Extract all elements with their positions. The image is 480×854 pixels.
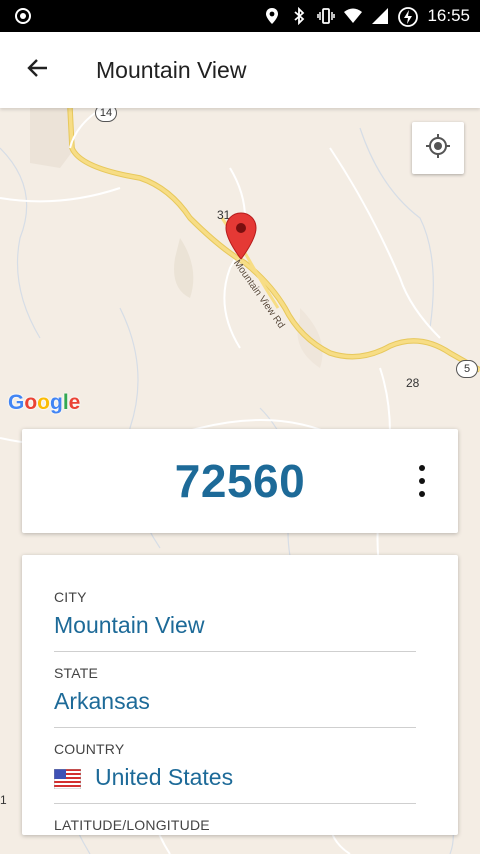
page-title: Mountain View (96, 56, 247, 83)
location-details-card: CITY Mountain View STATE Arkansas COUNTR… (22, 555, 458, 835)
camera-icon (14, 7, 32, 25)
signal-icon (371, 7, 389, 25)
wifi-icon (344, 7, 363, 25)
latlong-row: LATITUDE/LONGITUDE (54, 817, 416, 833)
highway-5-shield: 5 (456, 360, 478, 378)
status-bar: 16:55 (0, 0, 480, 32)
country-row: COUNTRY United States (53, 741, 416, 791)
map-edge-number: 1 (0, 793, 7, 807)
highway-14-label: 14 (99, 108, 113, 119)
city-label: CITY (54, 589, 87, 605)
highway-14-shield: 14 (95, 108, 117, 122)
state-value: Arkansas (54, 688, 150, 714)
zip-code: 72560 (174, 455, 306, 507)
more-vert-icon[interactable] (416, 465, 428, 497)
state-label: STATE (54, 665, 99, 681)
highway-5-label: 5 (463, 363, 471, 375)
divider (54, 651, 416, 652)
location-marker-icon[interactable] (225, 212, 257, 260)
app-bar: Mountain View (0, 32, 480, 108)
my-location-icon (424, 132, 452, 165)
country-label: COUNTRY (54, 741, 125, 757)
divider (54, 727, 416, 728)
battery-charging-icon (398, 7, 419, 27)
zip-code-card: 72560 (22, 429, 458, 533)
my-location-button[interactable] (412, 122, 464, 174)
country-value: United States (95, 764, 234, 790)
status-time: 16:55 (427, 6, 470, 25)
divider (54, 803, 416, 804)
latlong-label: LATITUDE/LONGITUDE (54, 817, 210, 833)
location-icon (263, 7, 281, 25)
back-button[interactable] (0, 32, 76, 108)
state-row: STATE Arkansas (54, 665, 416, 715)
vibrate-icon (317, 7, 336, 25)
city-value: Mountain View (54, 612, 205, 638)
arrow-back-icon (26, 56, 50, 85)
us-flag-icon (53, 768, 82, 789)
route-28-label: 28 (406, 376, 420, 390)
country-value-row: United States (53, 764, 416, 791)
city-row: CITY Mountain View (54, 589, 416, 639)
google-logo: Google (8, 391, 81, 414)
bluetooth-icon (290, 6, 308, 26)
